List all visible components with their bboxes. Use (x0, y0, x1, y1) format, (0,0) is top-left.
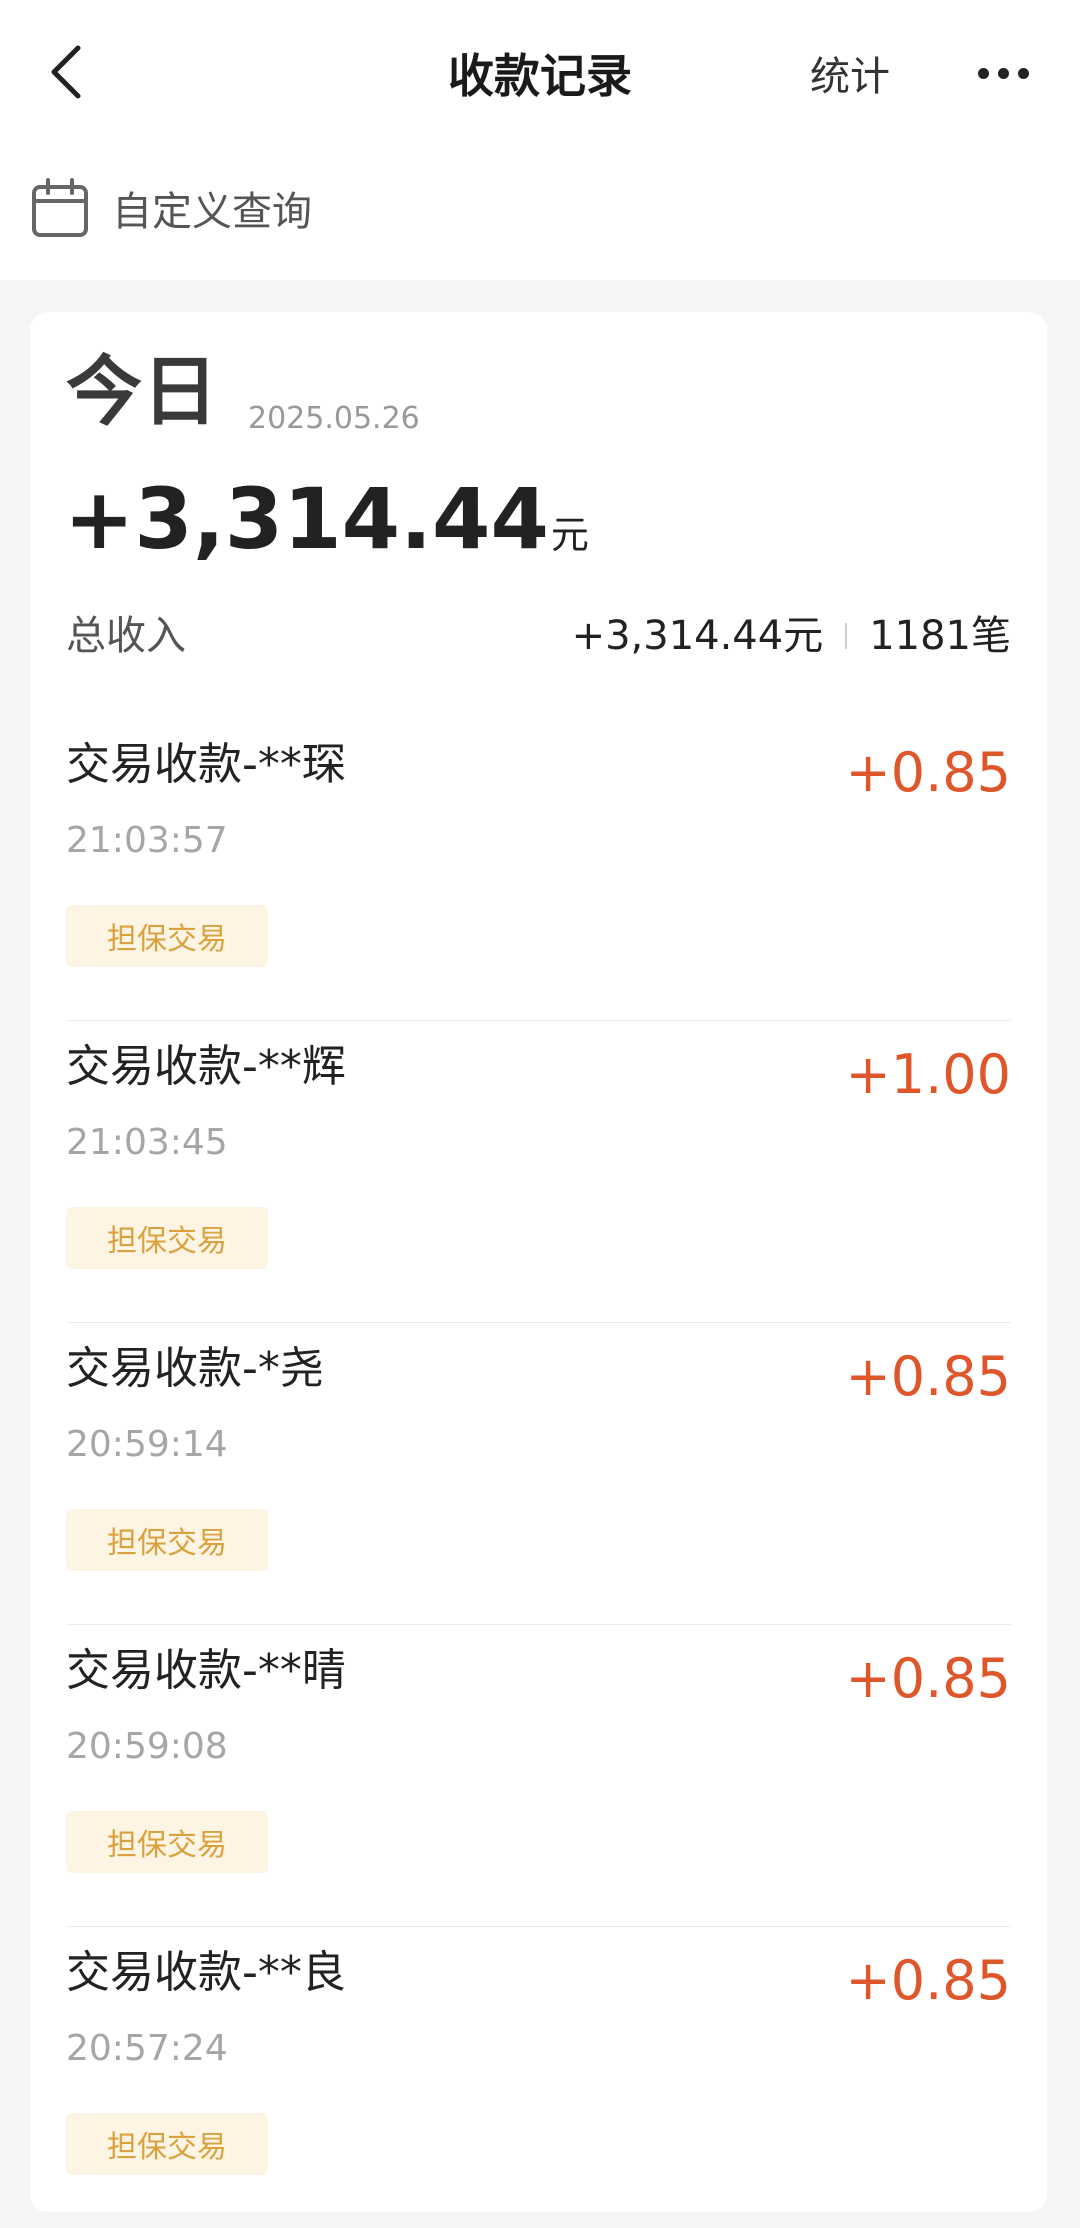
custom-query-button[interactable]: 自定义查询 (30, 173, 312, 243)
transaction-item[interactable]: 交易收款-*尧 20:59:14 担保交易 +0.85 (66, 1323, 1011, 1625)
stats-button[interactable]: 统计 (810, 38, 890, 108)
day-date: 2025.05.26 (248, 401, 420, 436)
transaction-item[interactable]: 交易收款-**琛 21:03:57 担保交易 +0.85 (66, 719, 1011, 1021)
custom-query-label: 自定义查询 (112, 189, 312, 235)
day-title: 今日 (66, 347, 218, 436)
transaction-time: 21:03:45 (66, 1122, 228, 1163)
transaction-time: 20:59:08 (66, 1726, 228, 1767)
transaction-name: 交易收款-*尧 (66, 1343, 324, 1394)
summary-count: 1181笔 (869, 613, 1011, 659)
transaction-time: 20:59:14 (66, 1424, 228, 1465)
transaction-tag: 担保交易 (66, 1509, 268, 1571)
transaction-amount: +1.00 (845, 1043, 1011, 1106)
daily-total: +3,314.44 元 (64, 477, 589, 561)
back-button[interactable] (36, 32, 96, 112)
page-title: 收款记录 (448, 48, 632, 103)
more-horizontal-icon (1017, 67, 1029, 79)
transaction-amount: +0.85 (845, 741, 1011, 804)
daily-records-card: 今日 2025.05.26 +3,314.44 元 总收入 +3,314.44元… (30, 312, 1047, 2212)
total-unit: 元 (550, 513, 589, 557)
summary-label: 总收入 (66, 613, 186, 659)
transaction-tag: 担保交易 (66, 2113, 268, 2175)
summary-amount: +3,314.44元 (571, 613, 824, 659)
filter-bar: 自定义查询 (0, 145, 1080, 280)
transaction-time: 21:03:57 (66, 820, 228, 861)
transaction-item[interactable]: 交易收款-**辉 21:03:45 担保交易 +1.00 (66, 1021, 1011, 1323)
transaction-name: 交易收款-**辉 (66, 1041, 346, 1092)
transaction-name: 交易收款-**琛 (66, 739, 346, 790)
transaction-tag: 担保交易 (66, 1207, 268, 1269)
transaction-list: 交易收款-**琛 21:03:57 担保交易 +0.85 交易收款-**辉 21… (66, 719, 1011, 2228)
chevron-left-icon (51, 45, 81, 99)
transaction-amount: +0.85 (845, 1345, 1011, 1408)
summary-divider (845, 623, 848, 649)
transaction-item[interactable]: 交易收款-**良 20:57:24 担保交易 +0.85 (66, 1927, 1011, 2228)
transaction-time: 20:57:24 (66, 2028, 228, 2069)
transaction-tag: 担保交易 (66, 905, 268, 967)
more-horizontal-icon (997, 67, 1009, 79)
more-horizontal-icon (977, 67, 989, 79)
transaction-amount: +0.85 (845, 1647, 1011, 1710)
calendar-icon (32, 178, 88, 237)
top-nav-bar: 收款记录 统计 (0, 0, 1080, 145)
total-amount: +3,314.44 (64, 470, 549, 568)
transaction-item[interactable]: 交易收款-**晴 20:59:08 担保交易 +0.85 (66, 1625, 1011, 1927)
more-button[interactable] (966, 38, 1040, 108)
transaction-name: 交易收款-**晴 (66, 1645, 346, 1696)
transaction-name: 交易收款-**良 (66, 1947, 346, 1998)
transaction-amount: +0.85 (845, 1949, 1011, 2012)
transaction-tag: 担保交易 (66, 1811, 268, 1873)
summary-stats: +3,314.44元 1181笔 (572, 612, 1011, 660)
